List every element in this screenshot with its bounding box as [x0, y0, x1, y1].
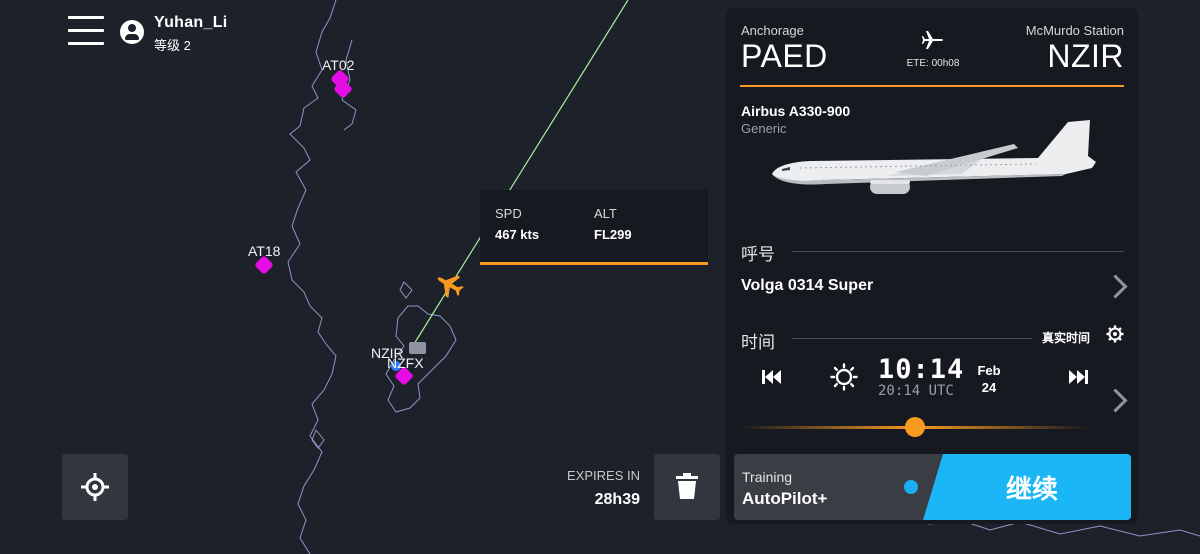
date-month: Feb [977, 363, 1001, 378]
mode-indicator-dot [904, 480, 918, 494]
speed-label: SPD [495, 206, 522, 221]
ete-label: ETE: 00h08 [906, 58, 960, 69]
utc-time: 20:14 UTC [878, 383, 954, 399]
avatar-icon [120, 20, 144, 44]
aircraft-image [772, 120, 1096, 194]
route-divider [740, 85, 1124, 87]
callsign-value: Volga 0314 Super [741, 277, 874, 294]
island-coast-2 [399, 281, 413, 299]
time-title: 时间 [741, 333, 775, 352]
destination-code: NZIR [1047, 38, 1124, 74]
local-time: 10:14 [878, 354, 965, 385]
waypoint-label: AT18 [248, 243, 281, 259]
fast-forward-icon[interactable] [1068, 369, 1088, 385]
user-profile[interactable]: Yuhan_Li 等级 2 [120, 14, 228, 54]
waypoint-label: NZFX [387, 355, 424, 371]
gear-icon[interactable] [1106, 325, 1124, 343]
user-name: Yuhan_Li [154, 14, 228, 31]
divider [792, 251, 1124, 252]
continue-button[interactable]: 继续 [923, 454, 1131, 520]
origin-code: PAED [741, 38, 828, 74]
user-level: 等级 2 [154, 38, 191, 53]
flight-info-tooltip: SPD 467 kts ALT FL299 [480, 190, 708, 265]
callsign-chevron-icon[interactable] [1103, 274, 1128, 299]
expires-value: 28h39 [594, 491, 640, 508]
coastline [287, 0, 337, 554]
waypoint-label: AT02 [322, 57, 355, 73]
origin-city: Anchorage [741, 23, 804, 38]
airplane-icon [922, 31, 943, 49]
rewind-icon[interactable] [762, 369, 782, 385]
mode-value: AutoPilot+ [742, 489, 828, 508]
mode-label: Training [742, 469, 793, 485]
altitude-label: ALT [594, 206, 617, 221]
action-bar: Training AutoPilot+ 继续 [734, 454, 1131, 520]
expiry-info: EXPIRES IN 28h39 [556, 468, 640, 509]
altitude-value: FL299 [594, 227, 632, 242]
time-chevron-icon[interactable] [1103, 388, 1128, 413]
realtime-label: 真实时间 [1042, 331, 1091, 345]
runway-icon [409, 342, 426, 354]
crosshair-icon [81, 473, 109, 501]
sun-icon[interactable] [830, 363, 858, 391]
recenter-button[interactable] [62, 454, 128, 520]
destination-city: McMurdo Station [1025, 23, 1124, 38]
trash-icon [676, 473, 698, 499]
date-day: 24 [981, 380, 997, 395]
callsign-title: 呼号 [741, 245, 775, 264]
menu-button[interactable] [68, 16, 104, 48]
speed-value: 467 kts [495, 227, 540, 242]
island-coast-3 [311, 429, 325, 449]
menu-icon [68, 16, 104, 19]
time-slider[interactable] [740, 417, 1090, 437]
flight-panel: Anchorage McMurdo Station PAED NZIR ETE:… [726, 8, 1138, 524]
aircraft-marker-icon [437, 275, 464, 298]
time-slider-knob[interactable] [905, 417, 925, 437]
expires-label: EXPIRES IN [567, 468, 640, 483]
divider [792, 338, 1032, 339]
delete-button[interactable] [654, 454, 720, 520]
